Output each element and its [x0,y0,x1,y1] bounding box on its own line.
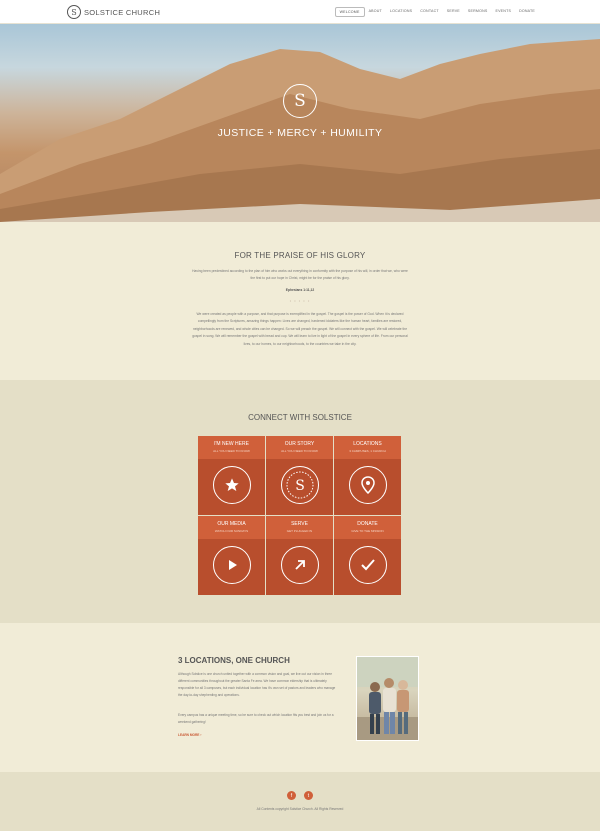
locations-body: Although Solstice is one church united t… [178,672,336,697]
praise-section: FOR THE PRAISE OF HIS GLORY Having been … [0,222,600,380]
connect-section: CONNECT WITH SOLSTICE I'M NEW HERE ALL Y… [0,380,600,623]
tile-title: SERVE [291,521,308,527]
tile-title: OUR STORY [284,441,315,447]
twitter-icon[interactable]: t [304,791,313,800]
nav-item-donate[interactable]: DONATE [515,7,539,17]
tile-title: OUR MEDIA [217,521,246,527]
tile-donate[interactable]: DONATE GIVE TO THE MISSION [334,516,401,595]
tile-our-story[interactable]: OUR STORY ALL YOU NEED TO KNOW S [266,436,333,515]
tile-subtitle: ALL YOU NEED TO KNOW [213,449,250,453]
facebook-icon[interactable]: f [287,791,296,800]
divider: • • • • • [289,298,311,303]
nav-item-welcome[interactable]: WELCOME [334,7,365,17]
tile-locations[interactable]: LOCATIONS 3 CAMPUSES, 1 CHURCH [334,436,401,515]
scripture-text: Having been predestined according to the… [192,269,408,280]
tile-subtitle: 3 CAMPUSES, 1 CHURCH [349,449,386,453]
nav-item-serve[interactable]: SERVE [443,7,464,17]
mountain-image [0,39,600,222]
main-nav: WELCOME ABOUT LOCATIONS CONTACT SERVE SE… [334,7,539,17]
tile-title: I'M NEW HERE [214,441,249,447]
logo[interactable]: S SOLSTICE CHURCH [67,5,160,19]
tile-title: LOCATIONS [353,441,382,447]
tile-header: OUR STORY ALL YOU NEED TO KNOW [266,436,333,459]
tile-header: DONATE GIVE TO THE MISSION [334,516,401,539]
learn-more-link[interactable]: LEARN MORE › [178,733,201,737]
logo-emblem-icon: S [67,5,81,19]
nav-item-sermons[interactable]: SERMONS [464,7,492,17]
tile-subtitle: GIVE TO THE MISSION [351,529,384,533]
praise-body: We were created as people with a purpose… [192,312,408,346]
tile-serve[interactable]: SERVE GET PLUGGED IN [266,516,333,595]
check-icon [349,546,387,584]
group-photo [356,656,419,741]
solstice-emblem-icon: S [281,466,319,504]
hero-emblem-icon: S [283,84,317,118]
nav-item-locations[interactable]: LOCATIONS [386,7,416,17]
tile-header: I'M NEW HERE ALL YOU NEED TO KNOW [198,436,265,459]
tile-title: DONATE [357,521,378,527]
locations-section: 3 LOCATIONS, ONE CHURCH Although Solstic… [0,623,600,772]
copyright-text: All Contents copyright Solstice Church. … [256,807,344,811]
section-title: CONNECT WITH SOLSTICE [248,413,352,422]
map-pin-icon [349,466,387,504]
star-icon [213,466,251,504]
nav-item-about[interactable]: ABOUT [365,7,386,17]
section-title: FOR THE PRAISE OF HIS GLORY [234,251,366,260]
scripture-reference: Ephesians 1:11,12 [285,288,315,292]
tile-header: OUR MEDIA WATCH OUR SUNDAYS [198,516,265,539]
tile-new-here[interactable]: I'M NEW HERE ALL YOU NEED TO KNOW [198,436,265,515]
tile-subtitle: ALL YOU NEED TO KNOW [281,449,318,453]
tile-subtitle: GET PLUGGED IN [286,529,313,533]
tile-our-media[interactable]: OUR MEDIA WATCH OUR SUNDAYS [198,516,265,595]
site-header: S SOLSTICE CHURCH WELCOME ABOUT LOCATION… [0,0,600,24]
svg-text:S: S [295,478,305,494]
tile-header: LOCATIONS 3 CAMPUSES, 1 CHURCH [334,436,401,459]
hero-tagline: JUSTICE + MERCY + HUMILITY [217,127,383,139]
arrow-up-right-icon [281,546,319,584]
connect-grid: I'M NEW HERE ALL YOU NEED TO KNOW OUR ST… [198,436,401,595]
nav-item-contact[interactable]: CONTACT [416,7,443,17]
hero-banner: S JUSTICE + MERCY + HUMILITY [0,24,600,222]
section-title: 3 LOCATIONS, ONE CHURCH [178,656,290,665]
nav-item-events[interactable]: EVENTS [491,7,515,17]
logo-text: SOLSTICE CHURCH [84,7,161,17]
tile-subtitle: WATCH OUR SUNDAYS [214,529,249,533]
locations-body-2: Every campus has a unique meeting time, … [178,713,334,724]
site-footer: f t All Contents copyright Solstice Chur… [0,772,600,831]
play-icon [213,546,251,584]
tile-header: SERVE GET PLUGGED IN [266,516,333,539]
